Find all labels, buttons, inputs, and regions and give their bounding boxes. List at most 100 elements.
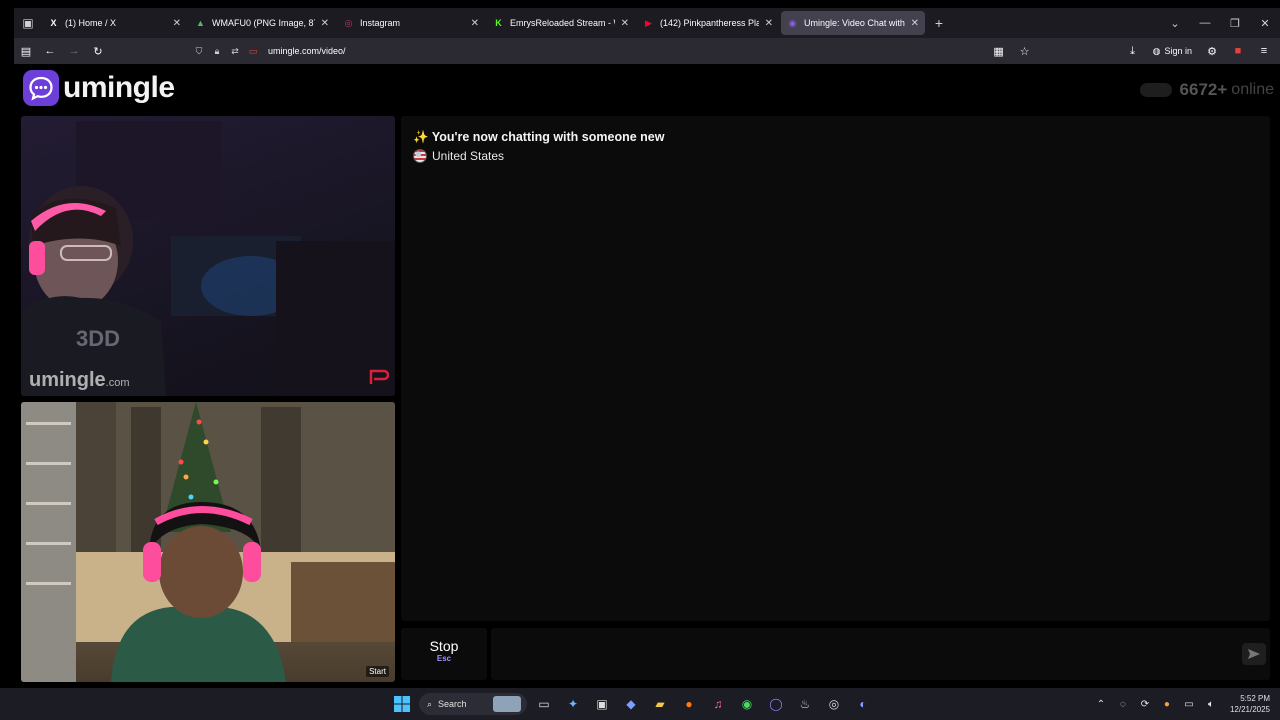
chat-status: ✨ You're now chatting with someone new <box>413 130 664 145</box>
online-toggle[interactable] <box>1139 83 1172 97</box>
stop-button[interactable]: Stop Esc <box>401 628 487 680</box>
sparkles-icon: ✨ <box>413 130 429 144</box>
new-tab-button[interactable]: + <box>927 11 951 35</box>
extension-badge-icon[interactable]: ■ <box>1226 39 1250 63</box>
close-tab-icon[interactable]: ✕ <box>911 18 919 29</box>
tray-sync-icon[interactable]: ⟳ <box>1136 699 1154 710</box>
tray-overflow-icon[interactable]: ⌃ <box>1092 699 1110 710</box>
reload-icon[interactable]: ↻ <box>86 39 110 63</box>
browser-tab[interactable]: ◎ Instagram ✕ <box>337 11 485 35</box>
umingle-watermark: umingle.com <box>29 369 130 392</box>
back-icon[interactable]: ← <box>38 39 62 63</box>
itunes-icon[interactable]: ♫ <box>706 692 730 716</box>
discord-icon[interactable]: ◐ <box>851 692 875 716</box>
taskbar-search[interactable]: ⌕ Search <box>419 693 527 715</box>
start-label: Start <box>366 666 389 677</box>
clock-time: 5:52 PM <box>1240 694 1270 703</box>
browser-tab[interactable]: ▲ WMAFU0 (PNG Image, 873 × 1 ✕ <box>189 11 335 35</box>
close-tab-icon[interactable]: ✕ <box>471 18 479 29</box>
sign-in-label: Sign in <box>1164 46 1192 56</box>
clock-date: 12/21/2025 <box>1229 705 1270 714</box>
message-input[interactable] <box>491 628 1270 680</box>
stop-label: Stop <box>429 638 459 654</box>
shield-icon[interactable]: ⛉ <box>190 46 208 57</box>
close-tab-icon[interactable]: ✕ <box>321 18 329 29</box>
close-tab-icon[interactable]: ✕ <box>765 18 773 29</box>
display-icon[interactable]: ▭ <box>1180 699 1198 710</box>
microphone-icon[interactable]: ● <box>1158 699 1176 710</box>
volume-icon[interactable]: 🔈︎ <box>1202 699 1220 710</box>
site-logo[interactable]: umingle <box>23 70 175 106</box>
country-name: United States <box>432 149 505 163</box>
phone-link-icon[interactable]: ◉ <box>735 692 759 716</box>
browser-tab[interactable]: X (1) Home / X ✕ <box>42 11 187 35</box>
us-flag-icon <box>413 149 427 163</box>
downloads-icon[interactable]: ⤓ <box>1121 39 1145 63</box>
steam-icon[interactable]: ♨ <box>793 692 817 716</box>
umingle-icon: ◉ <box>788 17 797 28</box>
permissions-icon[interactable]: ⇄ <box>226 46 244 57</box>
nav-right-toolbar: ▦ ☆ ⤓ ◍ Sign in ⚙ ■ ≡ <box>987 38 1276 64</box>
browser-tab[interactable]: ◉ Umingle: Video Chat with S ✕ <box>781 11 925 35</box>
online-count: 6672+ <box>1179 80 1228 99</box>
sign-in-button[interactable]: ◍ Sign in <box>1147 46 1198 57</box>
self-video: Start <box>21 402 395 682</box>
menu-icon[interactable]: ≡ <box>1252 39 1276 63</box>
search-icon: ⌕ <box>427 698 433 709</box>
tab-title: Instagram <box>360 18 401 28</box>
app-circle-icon[interactable]: ◯ <box>764 692 788 716</box>
watermark-text: umingle <box>29 369 106 391</box>
minimize-icon[interactable]: — <box>1190 17 1220 29</box>
chat-panel: ✨ You're now chatting with someone new U… <box>401 116 1270 621</box>
close-tab-icon[interactable]: ✕ <box>621 18 629 29</box>
browser-tab[interactable]: ▶ (142) Pinkpantheress Playlist - Y ✕ <box>637 11 779 35</box>
windows-start-icon[interactable] <box>390 692 414 716</box>
url-text[interactable]: umingle.com/video/ <box>268 46 346 56</box>
stranger-video-scene: 3DD <box>21 121 395 396</box>
svg-text:3DD: 3DD <box>76 326 120 351</box>
address-bar[interactable]: ⛉ 🔒︎ ⇄ ▭ umingle.com/video/ <box>190 40 1070 62</box>
close-tab-icon[interactable]: ✕ <box>173 18 181 29</box>
camera-indicator-icon[interactable]: ▭ <box>244 46 262 57</box>
report-flag-icon[interactable] <box>369 369 390 390</box>
firefox-icon[interactable]: ● <box>677 692 701 716</box>
tab-bar: ▣ X (1) Home / X ✕ ▲ WMAFU0 (PNG Image, 873 … <box>14 8 1280 38</box>
task-view-icon[interactable]: ▭ <box>532 692 556 716</box>
send-button[interactable] <box>1242 643 1266 665</box>
chat-status-text: You're now chatting with someone new <box>431 130 665 144</box>
lock-icon[interactable]: 🔒︎ <box>208 46 226 57</box>
restore-icon[interactable]: ❐ <box>1220 17 1250 30</box>
taskbar-apps: ⌕ Search ▭ ✦ ▣ ◆ ▰ ● ♫ ◉ ◯ ♨ ◎ ◐ <box>390 692 875 716</box>
online-label: online <box>1231 81 1274 98</box>
send-arrow-icon <box>1248 649 1260 659</box>
tab-title: EmrysReloaded Stream - Watch <box>510 18 615 28</box>
online-counter: 6672+ online <box>1139 80 1274 100</box>
image-file-icon: ▲ <box>196 18 205 28</box>
stop-shortcut: Esc <box>436 654 452 663</box>
watermark-suffix: .com <box>105 377 130 389</box>
forward-icon[interactable]: → <box>62 39 86 63</box>
store-icon[interactable]: ▣ <box>590 692 614 716</box>
sidebar-icon[interactable]: ▤ <box>14 39 38 63</box>
file-explorer-icon[interactable]: ▰ <box>648 692 672 716</box>
tray-app-icon[interactable]: ◌ <box>1114 699 1132 710</box>
system-clock[interactable]: 5:52 PM 12/21/2025 <box>1230 693 1270 715</box>
tab-list-icon[interactable]: ▣ <box>14 8 42 38</box>
window-controls: ⌄ — ❐ ✕ <box>1160 8 1280 38</box>
vpn-icon[interactable]: ◆ <box>619 692 643 716</box>
taskbar: ⌕ Search ▭ ✦ ▣ ◆ ▰ ● ♫ ◉ ◯ ♨ ◎ ◐ ⌃ ◌ ⟳ ●… <box>0 688 1280 720</box>
close-window-icon[interactable]: ✕ <box>1250 17 1280 30</box>
tab-title: (1) Home / X <box>65 18 117 28</box>
instagram-icon: ◎ <box>344 17 353 28</box>
search-highlight-icon <box>493 696 521 712</box>
bookmark-star-icon[interactable]: ☆ <box>1013 39 1037 63</box>
search-label: Search <box>438 699 467 709</box>
reader-view-icon[interactable]: ▦ <box>987 39 1011 63</box>
tab-overflow-icon[interactable]: ⌄ <box>1160 17 1190 30</box>
account-icon: ◍ <box>1152 45 1161 56</box>
copilot-icon[interactable]: ✦ <box>561 692 585 716</box>
obs-icon[interactable]: ◎ <box>822 692 846 716</box>
chat-bubble-logo-icon <box>23 70 59 106</box>
extensions-icon[interactable]: ⚙ <box>1200 39 1224 63</box>
browser-tab[interactable]: K EmrysReloaded Stream - Watch ✕ <box>487 11 635 35</box>
